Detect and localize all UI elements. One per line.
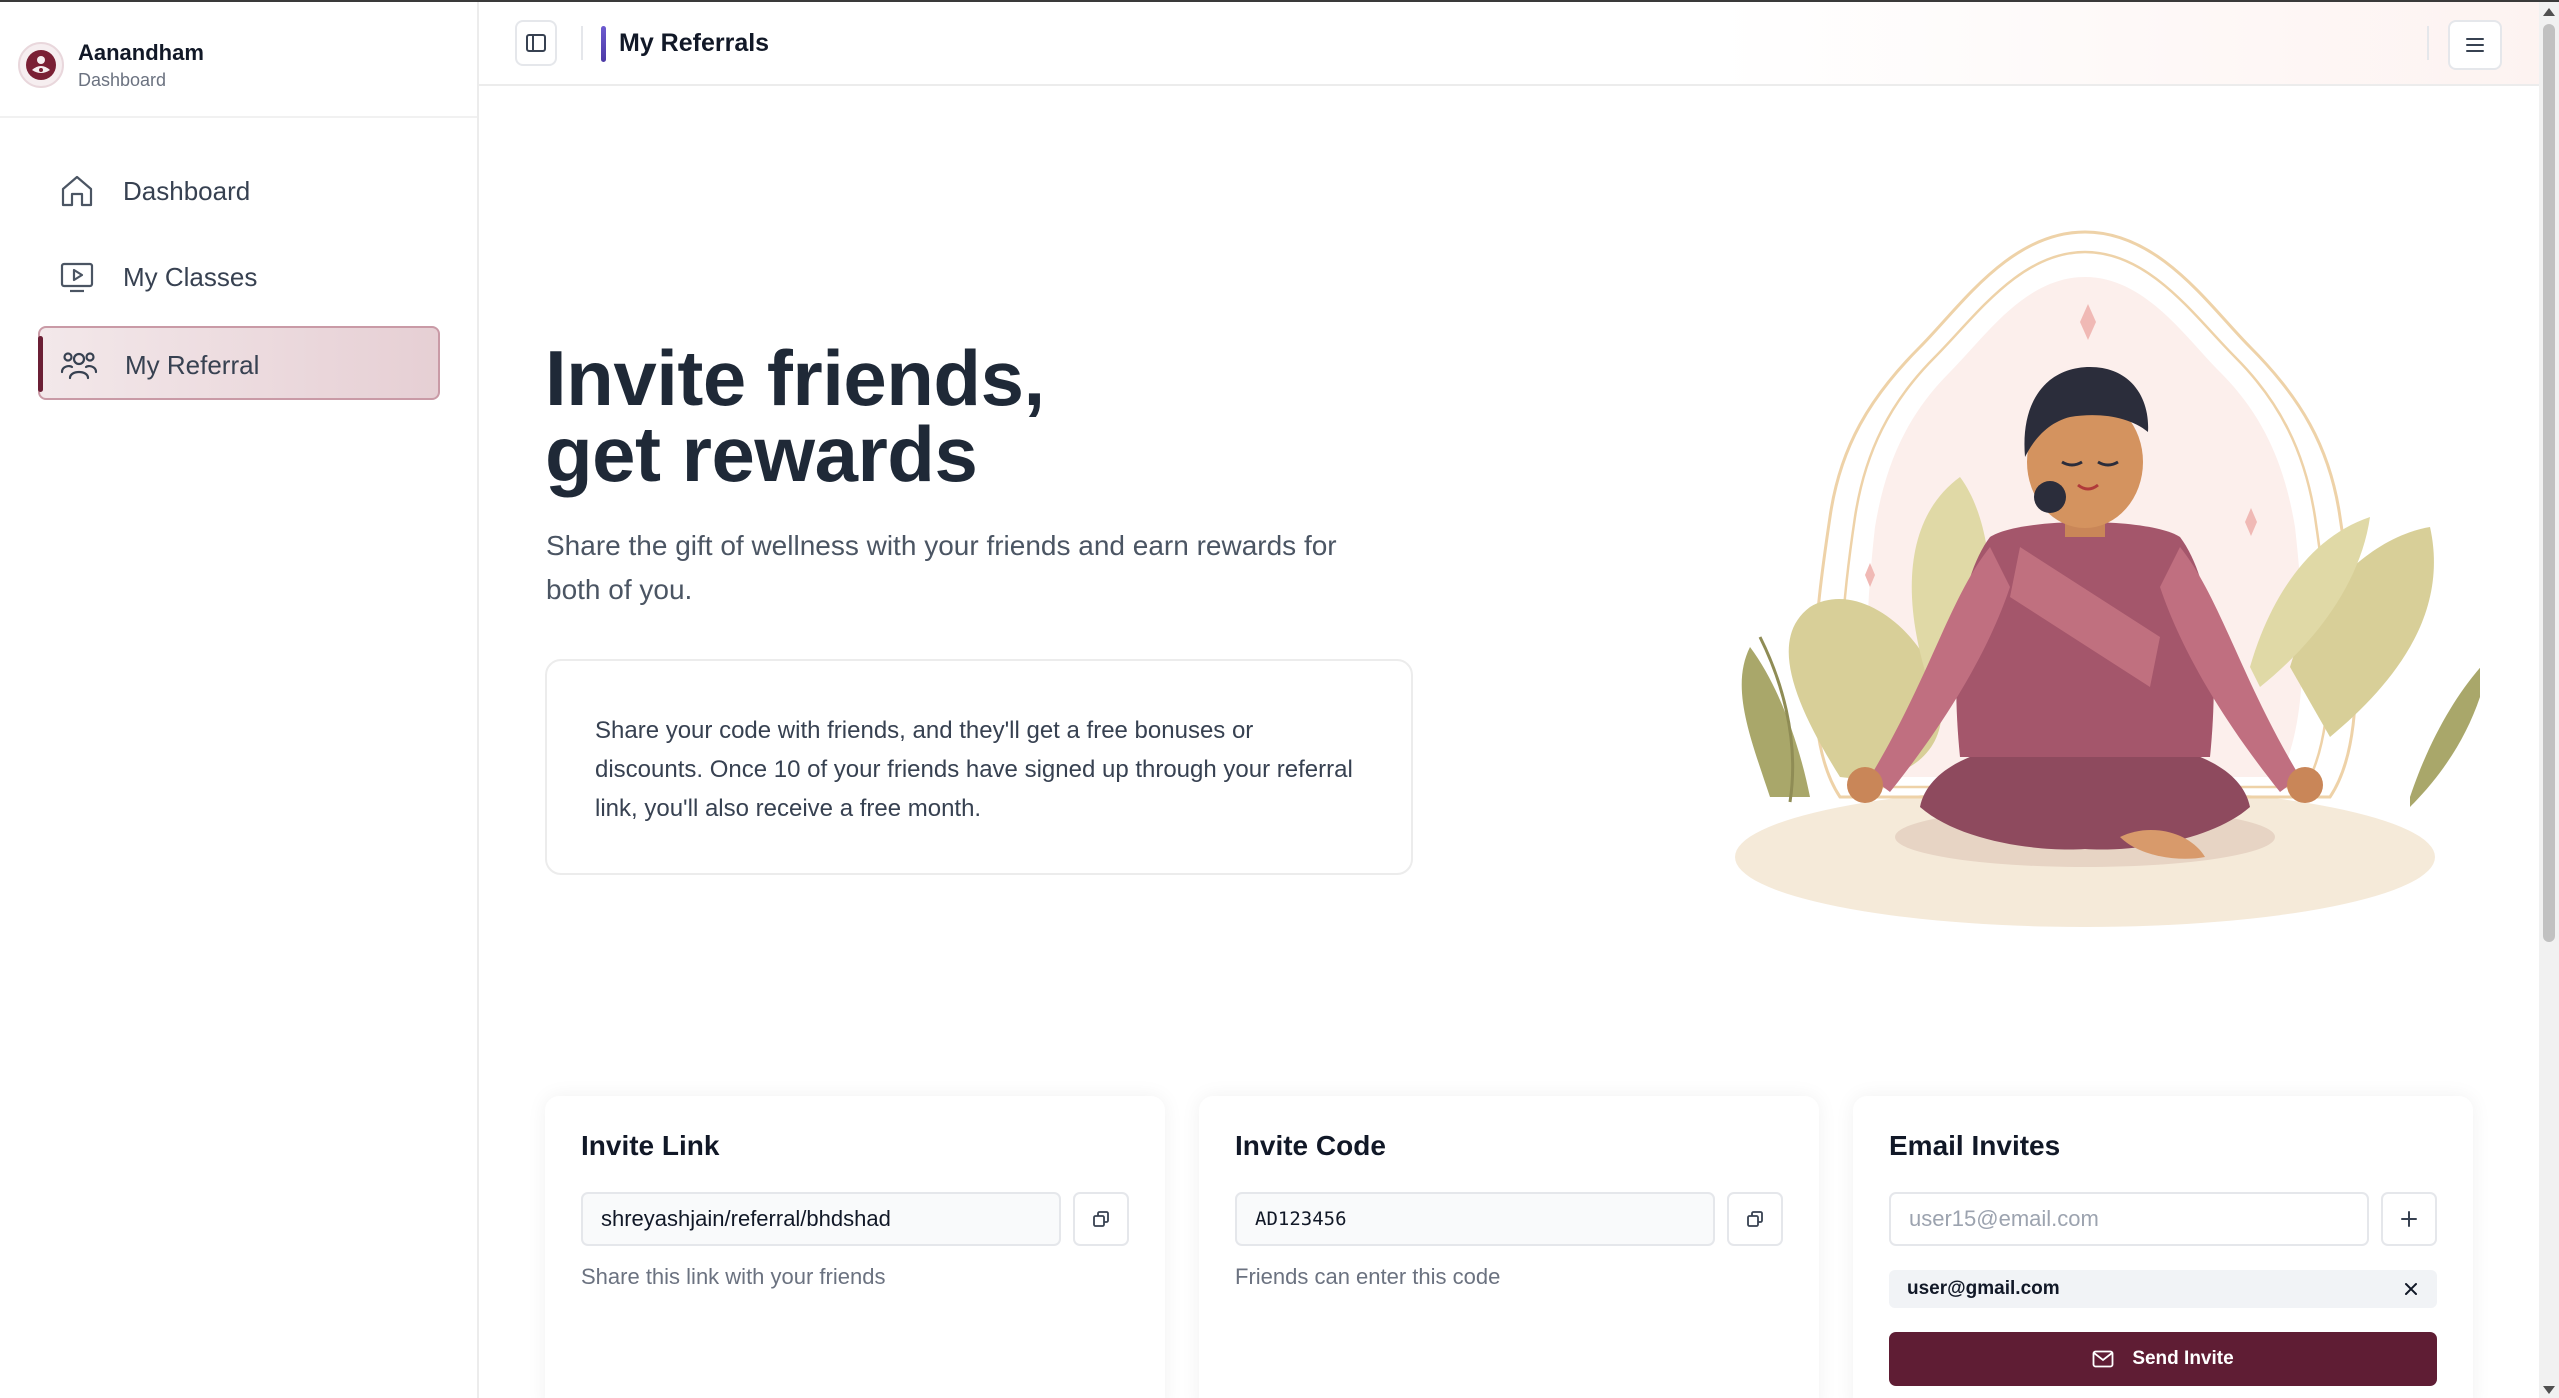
invite-code-field[interactable]: AD123456 bbox=[1235, 1192, 1715, 1246]
meditation-illustration bbox=[1735, 230, 2480, 927]
invite-link-field[interactable]: shreyashjain/referral/bhdshad bbox=[581, 1192, 1061, 1246]
sidebar-toggle-button[interactable] bbox=[515, 20, 557, 66]
sidebar-item-dashboard[interactable]: Dashboard bbox=[38, 154, 440, 228]
invite-link-hint: Share this link with your friends bbox=[581, 1264, 886, 1289]
mail-icon bbox=[2092, 1350, 2114, 1368]
header-divider bbox=[581, 26, 583, 60]
hero-title-line-2: get rewards bbox=[545, 410, 978, 498]
sidebar-item-my-classes[interactable]: My Classes bbox=[38, 240, 440, 314]
send-invite-label: Send Invite bbox=[2132, 1348, 2234, 1369]
hamburger-icon bbox=[2466, 38, 2484, 52]
add-email-button[interactable] bbox=[2381, 1192, 2437, 1246]
copy-icon bbox=[1747, 1211, 1763, 1227]
sidebar-item-my-referral[interactable]: My Referral bbox=[38, 326, 440, 400]
copy-link-button[interactable] bbox=[1073, 1192, 1129, 1246]
play-screen-icon bbox=[60, 262, 94, 293]
header-divider bbox=[2427, 26, 2429, 60]
brand-logo-icon bbox=[18, 42, 64, 88]
invite-code-hint: Friends can enter this code bbox=[1235, 1264, 1501, 1289]
brand-subtitle: Dashboard bbox=[78, 70, 167, 90]
title-accent-bar bbox=[601, 26, 606, 62]
email-input[interactable] bbox=[1889, 1192, 2369, 1246]
invite-link-card: Invite Link shreyashjain/referral/bhdsha… bbox=[545, 1096, 1165, 1398]
menu-button[interactable] bbox=[2448, 20, 2502, 70]
page-title: My Referrals bbox=[619, 29, 770, 57]
card-title: Email Invites bbox=[1889, 1130, 2061, 1161]
copy-icon bbox=[1093, 1211, 1109, 1227]
hero-subtitle: Share the gift of wellness with your fri… bbox=[546, 530, 1337, 605]
top-header: My Referrals bbox=[479, 2, 2539, 86]
brand-header: Aanandham Dashboard bbox=[0, 2, 477, 118]
hero-title-line-1: Invite friends, bbox=[545, 334, 1045, 422]
scroll-down-arrow-icon[interactable] bbox=[2543, 1386, 2555, 1394]
copy-code-button[interactable] bbox=[1727, 1192, 1783, 1246]
send-invite-button[interactable]: Send Invite bbox=[1889, 1332, 2437, 1386]
referral-info-card: Share your code with friends, and they'l… bbox=[545, 659, 1413, 875]
home-icon bbox=[61, 175, 93, 207]
sidebar-item-label: My Classes bbox=[123, 262, 258, 292]
brand-name: Aanandham bbox=[78, 40, 204, 65]
app-root: Aanandham Dashboard Dashboard My Classes bbox=[0, 0, 2559, 1398]
close-icon bbox=[2405, 1283, 2417, 1295]
email-chip-label: user@gmail.com bbox=[1907, 1278, 2060, 1299]
email-chip: user@gmail.com bbox=[1889, 1270, 2437, 1308]
sidebar-toggle-icon bbox=[526, 34, 546, 52]
sidebar-item-label: My Referral bbox=[125, 350, 260, 380]
scrollbar-thumb[interactable] bbox=[2543, 24, 2555, 942]
email-invites-card: Email Invites user@gmail.com Send Invite bbox=[1853, 1096, 2473, 1398]
users-icon bbox=[60, 352, 98, 380]
sidebar-item-label: Dashboard bbox=[123, 176, 251, 206]
plus-icon bbox=[2401, 1211, 2417, 1227]
invite-code-card: Invite Code AD123456 Friends can enter t… bbox=[1199, 1096, 1819, 1398]
card-title: Invite Code bbox=[1235, 1130, 1386, 1161]
sidebar: Aanandham Dashboard Dashboard My Classes bbox=[0, 2, 479, 1398]
scroll-up-arrow-icon[interactable] bbox=[2543, 8, 2555, 16]
hero-title: Invite friends, get rewards bbox=[545, 339, 1045, 493]
remove-email-button[interactable] bbox=[2401, 1279, 2421, 1299]
card-title: Invite Link bbox=[581, 1130, 720, 1161]
page-scrollbar[interactable] bbox=[2539, 2, 2559, 1398]
